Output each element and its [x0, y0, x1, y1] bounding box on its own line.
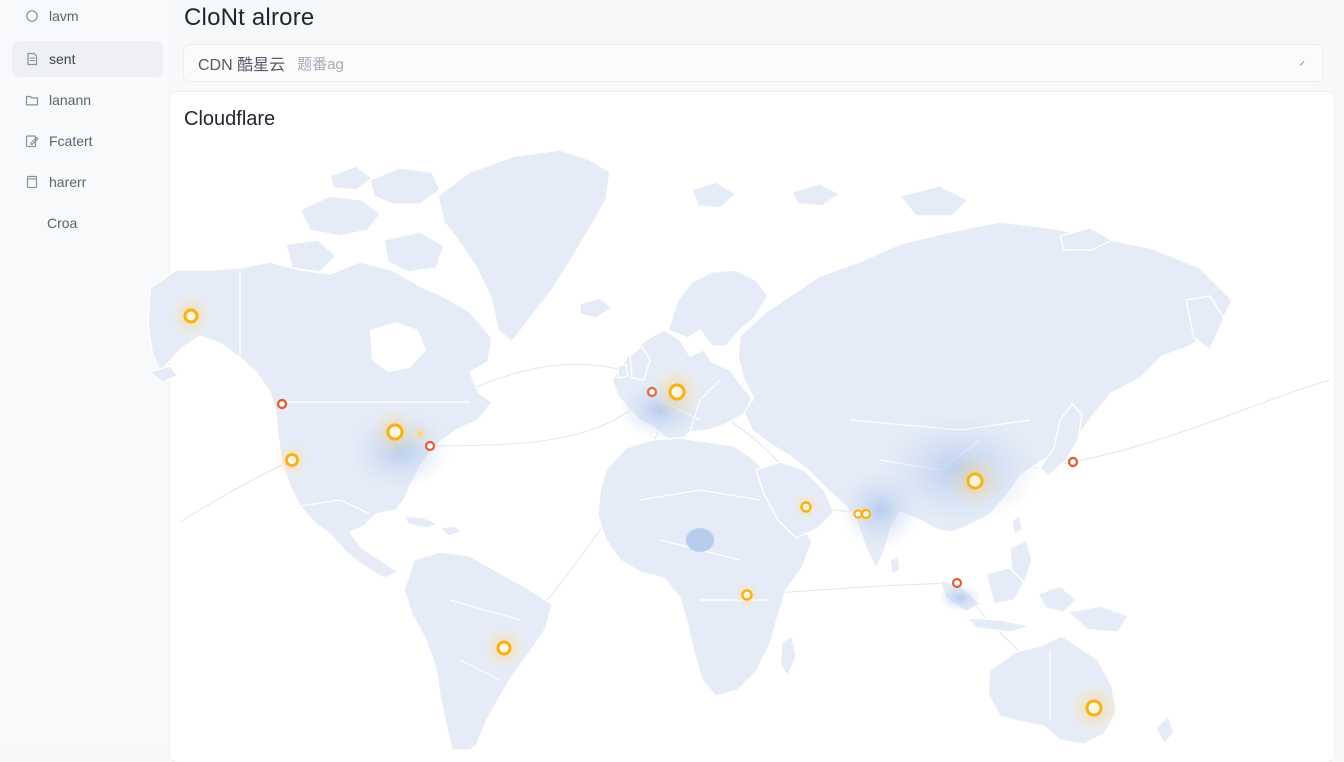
pop-node-singapore[interactable]: [951, 577, 963, 589]
pop-node-sydney[interactable]: [1068, 682, 1120, 734]
pop-node-mumbai[interactable]: [850, 502, 874, 526]
world-map: [147, 149, 1331, 750]
pop-node-china[interactable]: [947, 453, 1003, 509]
pop-node-frankfurt[interactable]: [651, 366, 703, 418]
pop-node-nairobi[interactable]: [733, 581, 761, 609]
pop-node-dubai[interactable]: [792, 493, 820, 521]
pop-node-tokyo[interactable]: [1067, 456, 1079, 468]
pop-node-seattle[interactable]: [276, 398, 288, 410]
south-america-shape: [403, 551, 553, 750]
pop-node-sao-paulo[interactable]: [482, 626, 526, 670]
pop-node-alaska[interactable]: [169, 294, 213, 338]
pop-node-los-angeles[interactable]: [274, 442, 310, 478]
continents: [147, 149, 1233, 750]
